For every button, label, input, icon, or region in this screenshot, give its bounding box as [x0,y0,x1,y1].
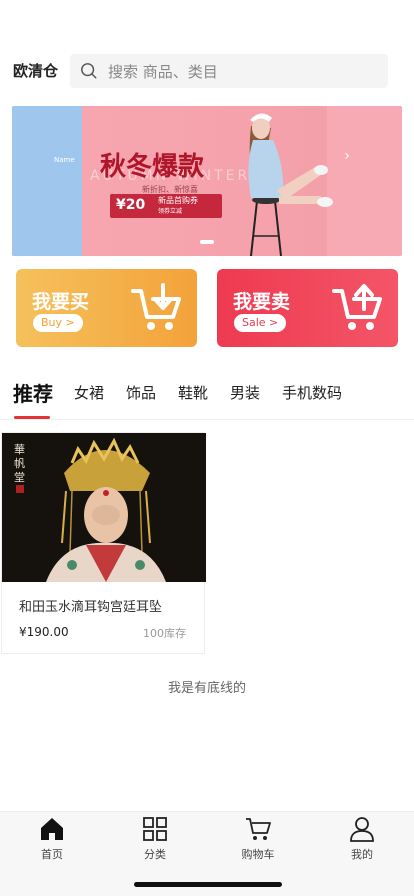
coupon-amount: ¥20 [116,197,146,213]
home-indicator [134,882,282,887]
tabbar-label-home: 首页 [41,848,63,861]
tab-menswear[interactable]: 男装 [230,382,260,403]
banner-coupon: ¥20 新品首购券 领券立减 [110,194,222,218]
user-icon [350,817,374,842]
model-photo [248,113,333,256]
sell-button[interactable]: Sale > [234,314,287,332]
svg-text:帆: 帆 [14,456,25,470]
svg-text:堂: 堂 [14,471,25,484]
tabbar-item-cart[interactable]: 购物车 [218,816,298,862]
end-of-list-text: 我是有底线的 [167,681,246,696]
cart-icon [246,818,271,840]
tab-shoes[interactable]: 鞋靴 [178,382,208,403]
tab-dresses[interactable]: 女裙 [74,382,104,403]
coupon-subtext: 领券立减 [158,208,183,215]
product-image: 華 帆 堂 [2,433,206,582]
banner-title: 秋冬爆款 [100,152,205,182]
cart-upload-icon [332,284,382,330]
tabbar-item-category[interactable]: 分类 [115,816,195,862]
banner-side-label: Name [54,156,75,164]
banner-next-slide [327,106,402,256]
tab-digital[interactable]: 手机数码 [282,382,342,403]
action-cards: 我要买 Buy > 我要卖 Sale > [0,269,414,347]
tab-accessories[interactable]: 饰品 [126,382,156,403]
product-name: 和田玉水滴耳钩宫廷耳坠 [19,600,163,615]
buy-card[interactable]: 我要买 Buy > [16,269,197,347]
buy-card-title: 我要买 [32,291,90,313]
cart-download-icon [131,283,181,330]
home-icon [41,818,63,840]
product-stock: 100库存 [143,627,186,640]
buy-button[interactable]: Buy > [33,314,83,332]
tabbar-label-category: 分类 [144,848,166,861]
tabbar-label-cart: 购物车 [241,848,275,861]
brand-title: 欧清仓 [13,62,59,80]
header: 欧清仓 搜索 商品、类目 [0,54,414,90]
chevron-right-icon[interactable]: › [344,148,350,164]
product-card[interactable]: 華 帆 堂 和田玉水滴耳钩宫廷耳坠 ¥190.00 100库存 [1,432,206,654]
category-tabs: 推荐 女裙 饰品 鞋靴 男装 手机数码 [0,370,414,420]
tabbar-item-home[interactable]: 首页 [12,816,92,862]
banner-pagination-dot [200,240,214,244]
tabbar-item-profile[interactable]: 我的 [322,816,402,862]
product-price: ¥190.00 [19,625,69,639]
search-placeholder: 搜索 商品、类目 [108,63,218,81]
sell-card-title: 我要卖 [233,291,291,313]
banner-prev-slide: Name [12,106,82,256]
tab-active-indicator [14,416,50,419]
sell-card[interactable]: 我要卖 Sale > [217,269,398,347]
search-input[interactable]: 搜索 商品、类目 [70,54,388,88]
tab-recommend[interactable]: 推荐 [13,378,53,407]
search-icon [81,63,97,79]
svg-text:華: 華 [14,443,25,456]
promo-banner[interactable]: Name AUTUMN WINTER 秋冬爆款 新折扣、新惊喜 ¥20 新品首购… [12,106,402,256]
tabbar-label-profile: 我的 [351,848,373,861]
grid-icon [143,817,167,841]
coupon-text: 新品首购券 [158,196,198,205]
